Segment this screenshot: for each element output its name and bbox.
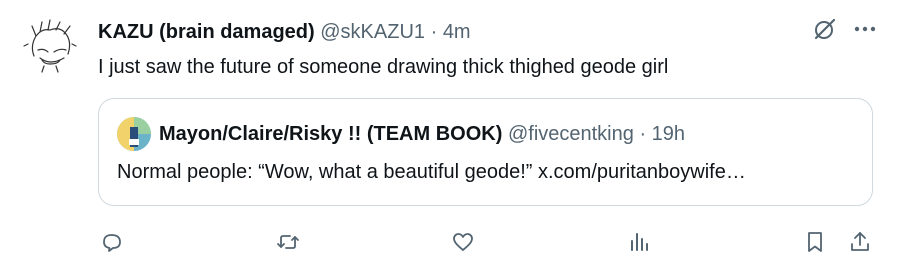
quoted-post[interactable]: Mayon/Claire/Risky !! (TEAM BOOK) @fivec… — [98, 98, 873, 206]
sketch-avatar-icon — [23, 19, 77, 73]
post-header: KAZU (brain damaged) @skKAZU1 · 4m — [98, 19, 471, 45]
quote-author-handle[interactable]: @fivecentking — [508, 123, 634, 145]
share-icon[interactable] — [846, 228, 874, 256]
post-top-actions — [812, 16, 878, 42]
repost-icon[interactable] — [274, 228, 302, 256]
bookmark-icon[interactable] — [801, 228, 829, 256]
quote-header-separator: · — [639, 123, 647, 145]
more-icon[interactable] — [852, 16, 878, 42]
quote-avatar[interactable] — [117, 117, 151, 151]
quote-author-name[interactable]: Mayon/Claire/Risky !! (TEAM BOOK) — [159, 123, 502, 145]
quote-text: Normal people: “Wow, what a beautiful ge… — [117, 161, 746, 183]
quote-timestamp[interactable]: 19h — [652, 123, 685, 145]
header-separator: · — [430, 21, 438, 43]
author-handle[interactable]: @skKAZU1 — [320, 21, 425, 43]
grok-icon[interactable] — [812, 16, 838, 42]
author-name[interactable]: KAZU (brain damaged) — [98, 21, 315, 43]
quote-header: Mayon/Claire/Risky !! (TEAM BOOK) @fivec… — [159, 121, 685, 147]
post-action-bar — [98, 228, 878, 256]
views-icon[interactable] — [625, 228, 653, 256]
quote-avatar-image — [117, 117, 151, 151]
post-text: I just saw the future of someone drawing… — [98, 56, 669, 78]
like-icon[interactable] — [449, 228, 477, 256]
author-avatar[interactable] — [20, 16, 80, 76]
reply-icon[interactable] — [98, 228, 126, 256]
post-timestamp[interactable]: 4m — [443, 21, 471, 43]
